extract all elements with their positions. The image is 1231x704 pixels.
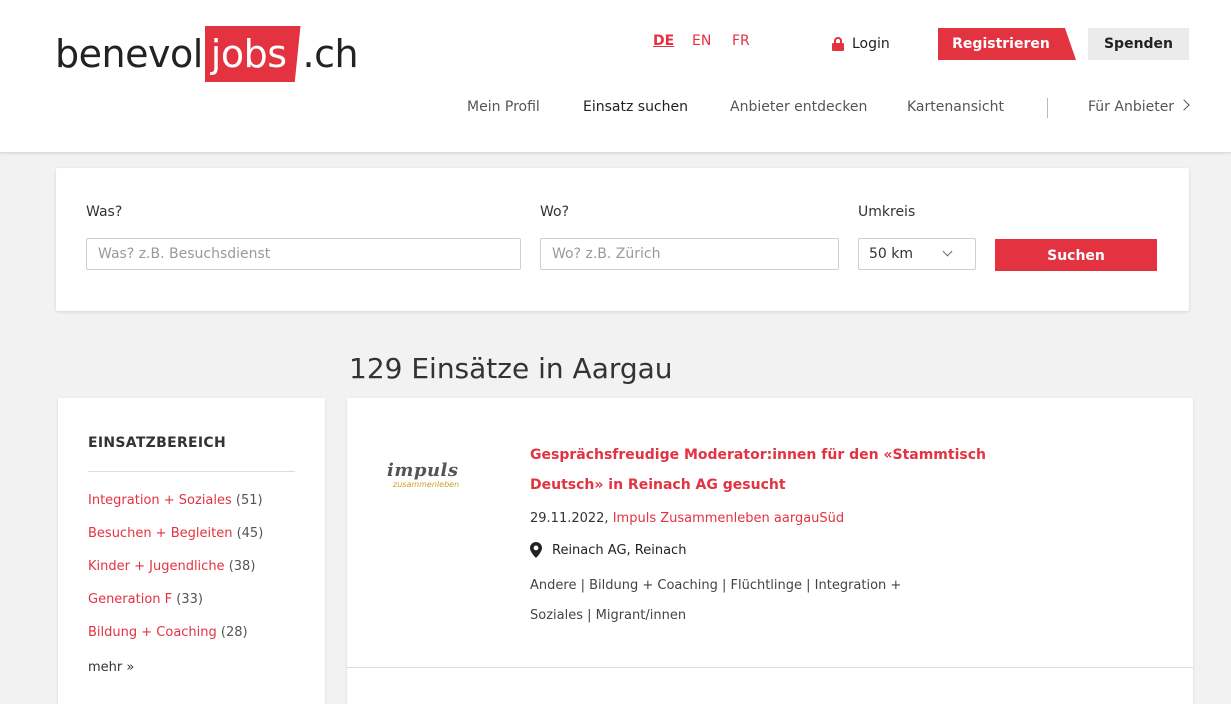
login-label: Login — [852, 36, 890, 52]
more-filters-link[interactable]: mehr » — [88, 660, 134, 675]
logo-wordmark: impuls — [387, 460, 459, 481]
filter-count: (51) — [235, 493, 263, 508]
filter-label: Bildung + Coaching — [88, 625, 217, 640]
nav-divider — [1047, 98, 1048, 118]
filter-count: (33) — [176, 592, 203, 607]
radius-value: 50 km — [869, 246, 914, 262]
filter-sidebar: EINSATZBEREICH Integration + Soziales (5… — [58, 398, 325, 704]
result-list: impuls zusammenleben Gesprächsfreudige M… — [347, 398, 1193, 704]
location-text: Reinach AG, Reinach — [552, 542, 687, 558]
radius-select[interactable]: 50 km — [858, 238, 976, 270]
lock-icon — [832, 37, 844, 51]
sidebar-title: EINSATZBEREICH — [88, 435, 226, 451]
nav-fuer-anbieter[interactable]: Für Anbieter — [1088, 99, 1174, 115]
where-input[interactable] — [540, 238, 839, 270]
filter-label: Besuchen + Begleiten — [88, 526, 233, 541]
sidebar-divider — [88, 471, 295, 472]
language-en[interactable]: EN — [692, 33, 711, 49]
what-label: Was? — [86, 204, 123, 220]
nav-kartenansicht[interactable]: Kartenansicht — [907, 99, 1004, 115]
language-fr[interactable]: FR — [732, 33, 750, 49]
filter-item-generation-f[interactable]: Generation F (33) — [88, 592, 203, 607]
result-date: 29.11.2022, — [530, 511, 609, 526]
filter-item-bildung[interactable]: Bildung + Coaching (28) — [88, 625, 248, 640]
logo-text-jobs: jobs — [204, 26, 301, 82]
filter-label: Kinder + Jugendliche — [88, 559, 225, 574]
register-button[interactable]: Registrieren — [938, 28, 1076, 60]
search-panel: Was? Wo? Umkreis 50 km Suchen — [56, 168, 1189, 311]
result-organization-link[interactable]: Impuls Zusammenleben aargauSüd — [613, 511, 844, 526]
logo-text-benevol: benevol — [55, 32, 203, 76]
filter-count: (28) — [220, 625, 248, 640]
results-title: 129 Einsätze in Aargau — [349, 352, 673, 385]
where-label: Wo? — [540, 204, 570, 220]
filter-count: (38) — [228, 559, 256, 574]
filter-item-besuchen[interactable]: Besuchen + Begleiten (45) — [88, 526, 263, 541]
search-button[interactable]: Suchen — [995, 239, 1157, 271]
result-location: Reinach AG, Reinach — [530, 542, 686, 558]
nav-anbieter-entdecken[interactable]: Anbieter entdecken — [730, 99, 867, 115]
filter-count: (45) — [236, 526, 264, 541]
nav-mein-profil[interactable]: Mein Profil — [467, 99, 540, 115]
language-de[interactable]: DE — [653, 33, 674, 49]
result-title-link[interactable]: Gesprächsfreudige Moderator:innen für de… — [530, 440, 1030, 500]
filter-label: Integration + Soziales — [88, 493, 232, 508]
what-input[interactable] — [86, 238, 521, 270]
logo-text-ch: .ch — [302, 32, 359, 76]
result-card: impuls zusammenleben Gesprächsfreudige M… — [347, 398, 1193, 668]
filter-item-kinder[interactable]: Kinder + Jugendliche (38) — [88, 559, 255, 574]
result-meta: 29.11.2022, Impuls Zusammenleben aargauS… — [530, 511, 844, 526]
organization-logo[interactable]: impuls zusammenleben — [387, 462, 471, 496]
chevron-right-icon[interactable] — [1178, 99, 1190, 111]
radius-label: Umkreis — [858, 204, 916, 220]
site-logo[interactable]: benevol jobs .ch — [55, 26, 359, 82]
filter-item-integration[interactable]: Integration + Soziales (51) — [88, 493, 263, 508]
login-link[interactable]: Login — [832, 36, 890, 52]
result-tags: Andere | Bildung + Coaching | Flüchtling… — [530, 578, 902, 623]
location-pin-icon — [530, 542, 542, 558]
filter-label: Generation F — [88, 592, 173, 607]
site-header: benevol jobs .ch DE EN FR Login Registri… — [0, 0, 1231, 153]
chevron-down-icon — [942, 246, 953, 257]
logo-tagline: zusammenleben — [393, 480, 460, 489]
nav-einsatz-suchen[interactable]: Einsatz suchen — [583, 99, 688, 115]
donate-button[interactable]: Spenden — [1088, 28, 1189, 60]
